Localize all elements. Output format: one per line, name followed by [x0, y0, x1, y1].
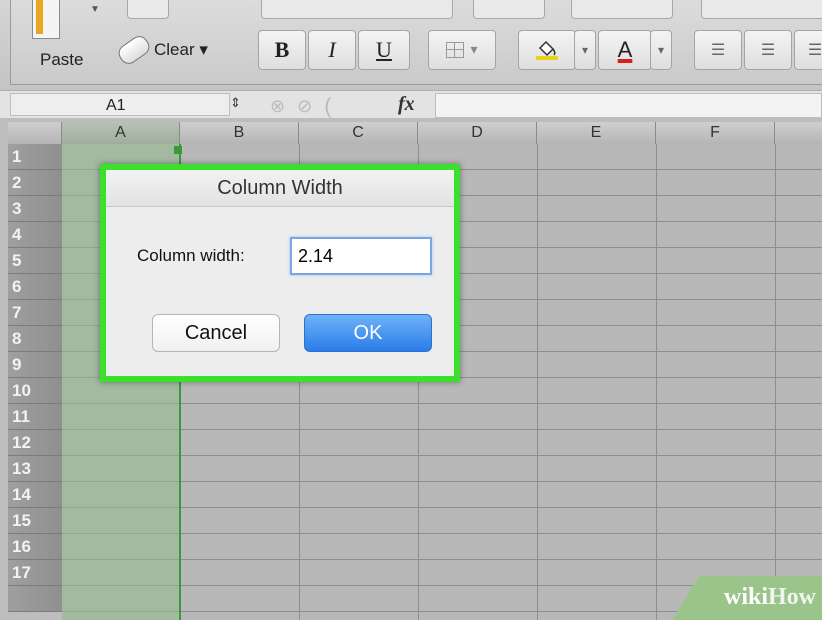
row-header[interactable]: 6 — [8, 274, 62, 300]
dialog-body: Column Width Column width: Cancel OK — [106, 170, 454, 376]
column-header-e[interactable]: E — [537, 122, 656, 144]
column-width-label: Column width: — [137, 246, 245, 265]
dialog-title: Column Width — [106, 170, 454, 207]
row-header[interactable] — [8, 586, 62, 612]
column-resize-handle[interactable] — [174, 146, 182, 154]
clear-button[interactable]: Clear ▾ — [115, 32, 208, 68]
align-left-button[interactable]: ☰ — [694, 30, 742, 70]
column-header-c[interactable]: C — [299, 122, 418, 144]
underline-button[interactable]: U — [358, 30, 410, 70]
watermark-text: wikiHow — [723, 584, 816, 610]
column-width-input[interactable] — [290, 237, 432, 275]
confirm-formula-icon[interactable]: ⊘ — [297, 96, 312, 117]
font-name-dropdown[interactable] — [261, 0, 453, 19]
row-header[interactable]: 16 — [8, 534, 62, 560]
row-header[interactable]: 8 — [8, 326, 62, 352]
formula-bar: A1 ⇕ ⊗ ⊘ ( fx — [0, 90, 822, 120]
font-color-button[interactable]: A — [598, 30, 652, 70]
name-box[interactable]: A1 — [10, 93, 230, 116]
font-size-buttons[interactable] — [571, 0, 673, 19]
paste-dropdown-icon[interactable]: ▼ — [90, 4, 100, 15]
row-header[interactable]: 11 — [8, 404, 62, 430]
ok-button[interactable]: OK — [304, 314, 432, 352]
row-header[interactable]: 2 — [8, 170, 62, 196]
cancel-button[interactable]: Cancel — [152, 314, 280, 352]
row-header[interactable]: 7 — [8, 300, 62, 326]
toolbar-strip — [127, 0, 169, 19]
align-left-icon: ☰ — [710, 42, 726, 59]
column-header-a[interactable]: A — [62, 122, 180, 144]
align-right-icon: ☰ — [807, 42, 822, 59]
italic-button[interactable]: I — [308, 30, 356, 70]
paint-bucket-icon — [536, 40, 558, 60]
toolbar-strip-right — [701, 0, 822, 19]
row-header[interactable]: 5 — [8, 248, 62, 274]
cancel-formula-icon[interactable]: ⊗ — [270, 96, 285, 117]
align-right-button[interactable]: ☰ — [794, 30, 822, 70]
formula-input[interactable] — [435, 93, 822, 118]
function-paren-icon: ( — [324, 93, 332, 118]
font-color-dropdown[interactable]: ▾ — [650, 30, 672, 70]
paste-button[interactable]: Paste — [40, 50, 83, 70]
row-header[interactable]: 4 — [8, 222, 62, 248]
column-header-f[interactable]: F — [656, 122, 775, 144]
row-header[interactable]: 1 — [8, 144, 62, 170]
fill-color-dropdown[interactable]: ▾ — [574, 30, 596, 70]
align-center-icon: ☰ — [760, 42, 776, 59]
select-all-corner[interactable] — [8, 122, 62, 144]
bold-button[interactable]: B — [258, 30, 306, 70]
column-header-b[interactable]: B — [180, 122, 299, 144]
column-header-d[interactable]: D — [418, 122, 537, 144]
borders-button[interactable]: ▾ — [428, 30, 496, 70]
row-header[interactable]: 17 — [8, 560, 62, 586]
row-header[interactable]: 9 — [8, 352, 62, 378]
clear-label: Clear ▾ — [154, 40, 208, 59]
row-header[interactable]: 3 — [8, 196, 62, 222]
row-header[interactable]: 10 — [8, 378, 62, 404]
fill-color-button[interactable] — [518, 30, 576, 70]
column-header-g[interactable] — [775, 122, 822, 144]
align-center-button[interactable]: ☰ — [744, 30, 792, 70]
row-header[interactable]: 14 — [8, 482, 62, 508]
row-header[interactable]: 15 — [8, 508, 62, 534]
name-box-stepper-icon[interactable]: ⇕ — [230, 95, 241, 111]
borders-icon — [446, 42, 465, 58]
fx-icon[interactable]: fx — [398, 93, 415, 116]
formula-icons: ⊗ ⊘ ( — [270, 93, 332, 119]
toolbar: ▼ Paste Clear ▾ B I U ▾ ▾ A ▾ ☰ ☰ ☰ — [0, 0, 822, 90]
font-size-dropdown[interactable] — [473, 0, 545, 19]
paste-icon[interactable] — [32, 0, 60, 39]
row-header[interactable]: 12 — [8, 430, 62, 456]
column-width-dialog: Column Width Column width: Cancel OK — [100, 164, 460, 382]
borders-arrow: ▾ — [470, 42, 478, 58]
row-header[interactable]: 13 — [8, 456, 62, 482]
